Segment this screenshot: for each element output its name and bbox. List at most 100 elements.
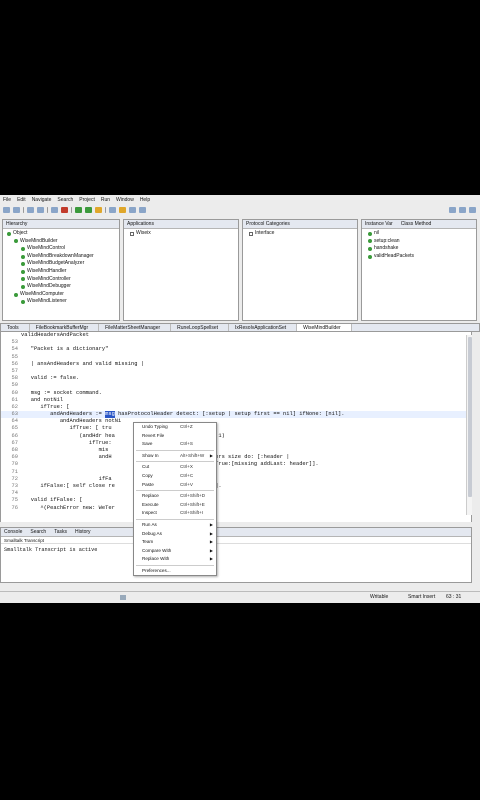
tree-item[interactable]: WiseMindHandler bbox=[3, 268, 119, 276]
code-line: 72 ifFa bbox=[1, 476, 471, 483]
line-number: 63 bbox=[11, 411, 18, 418]
menu-item-shortcut: Ctrl+V bbox=[180, 481, 193, 487]
context-menu-item[interactable]: Execute Ctrl+Shift+E bbox=[134, 501, 216, 510]
context-menu-item[interactable]: Preferences... bbox=[134, 567, 216, 576]
forward-icon[interactable] bbox=[139, 207, 146, 213]
editor-scrollbar[interactable] bbox=[466, 335, 472, 515]
open-type-icon[interactable] bbox=[109, 207, 116, 213]
menu-item-shortcut: Ctrl+X bbox=[180, 464, 193, 470]
tree-item[interactable]: Object bbox=[3, 230, 119, 238]
context-menu: Undo Typing Ctrl+Z Revert File Save Ctrl+S Sh… bbox=[133, 422, 217, 576]
context-menu-item[interactable]: Revert File bbox=[134, 432, 216, 441]
scroll-thumb[interactable] bbox=[468, 337, 472, 497]
menu-navigate[interactable]: Navigate bbox=[32, 197, 52, 203]
menu-project[interactable]: Project bbox=[79, 197, 95, 203]
line-number: 68 bbox=[11, 447, 18, 453]
code-text-rest: hasProtocolHeader detect: [:setup | setu… bbox=[114, 411, 345, 418]
editor-tab[interactable]: Tools bbox=[1, 324, 30, 331]
instance-var-tab[interactable]: Instance Var bbox=[365, 221, 393, 227]
globe-icon[interactable] bbox=[51, 207, 58, 213]
protocol-tab[interactable]: Protocol Categories bbox=[246, 221, 290, 227]
application-item[interactable]: Wiseix bbox=[130, 230, 238, 238]
menu-item-shortcut: Ctrl+S bbox=[180, 441, 193, 447]
context-menu-item[interactable]: Compare With ▶ bbox=[134, 547, 216, 556]
instance-var-item[interactable]: handshake bbox=[368, 245, 476, 253]
context-menu-item[interactable]: Cut Ctrl+X bbox=[134, 463, 216, 472]
menu-edit[interactable]: Edit bbox=[17, 197, 26, 203]
context-menu-item[interactable]: Team ▶ bbox=[134, 538, 216, 547]
line-number: 66 bbox=[11, 432, 18, 439]
submenu-arrow-icon: ▶ bbox=[209, 547, 213, 553]
menu-search[interactable]: Search bbox=[57, 197, 73, 203]
context-menu-item[interactable]: Replace With ▶ bbox=[134, 555, 216, 564]
code-line: 70 Key: header) not ifTrue:[missing addL… bbox=[1, 461, 471, 468]
instance-var-item[interactable]: validHeadPackets bbox=[368, 253, 476, 261]
console-tab[interactable]: Tasks bbox=[54, 529, 67, 535]
editor-tab[interactable]: FileMatterSheetManager bbox=[99, 324, 172, 331]
new-icon[interactable] bbox=[3, 207, 10, 213]
console-tab[interactable]: Search bbox=[30, 529, 46, 535]
class-method-tab[interactable]: Class Method bbox=[401, 221, 432, 227]
run-icon[interactable] bbox=[75, 207, 82, 213]
tree-item[interactable]: WiseMindBuilder bbox=[3, 238, 119, 246]
debug-icon[interactable] bbox=[61, 207, 68, 213]
menu-item-shortcut: Ctrl+Shift+I bbox=[180, 510, 203, 516]
editor-tab[interactable]: RuneLoopSpellset bbox=[171, 324, 230, 331]
code-text: "Packet is a dictionary" bbox=[21, 346, 109, 353]
line-number: 62 bbox=[11, 403, 18, 410]
submenu-arrow-icon: ▶ bbox=[209, 539, 213, 545]
context-menu-item[interactable]: Save Ctrl+S bbox=[134, 440, 216, 449]
menu-help[interactable]: Help bbox=[140, 197, 150, 203]
menu-item-label: Inspect bbox=[142, 510, 157, 516]
print-icon[interactable] bbox=[27, 207, 34, 213]
menu-file[interactable]: File bbox=[3, 197, 11, 203]
search-icon[interactable] bbox=[37, 207, 44, 213]
tree-item[interactable]: WiseMindBudgetAnalyzer bbox=[3, 260, 119, 268]
build-icon[interactable] bbox=[95, 207, 102, 213]
applications-tab[interactable]: Applications bbox=[127, 221, 154, 227]
selected-text: msg bbox=[105, 411, 115, 419]
context-menu-item[interactable]: Show In Alt+Shift+W ▶ bbox=[134, 452, 216, 461]
instance-var-item[interactable]: setup:clean bbox=[368, 238, 476, 246]
run-external-icon[interactable] bbox=[85, 207, 92, 213]
instance-var-item[interactable]: nil bbox=[368, 230, 476, 238]
tree-item[interactable]: WiseMindControl bbox=[3, 245, 119, 253]
editor-tab[interactable]: WiseMindBuilder bbox=[297, 324, 352, 331]
tree-item[interactable]: WiseMindController bbox=[3, 276, 119, 284]
perspective-icon[interactable] bbox=[469, 207, 476, 213]
protocol-item[interactable]: Interface bbox=[249, 230, 357, 238]
class-icon bbox=[21, 269, 25, 274]
editor-tab[interactable]: IxResolvApplicationSet bbox=[229, 324, 298, 331]
console-tab[interactable]: Console bbox=[4, 529, 22, 535]
context-menu-item[interactable]: Debug As ▶ bbox=[134, 530, 216, 539]
perspective-icon[interactable] bbox=[459, 207, 466, 213]
tree-item[interactable]: WiseMindBreakdownManager bbox=[3, 253, 119, 261]
context-menu-item[interactable]: Copy Ctrl+C bbox=[134, 472, 216, 481]
perspective-icon[interactable] bbox=[449, 207, 456, 213]
console-tab[interactable]: History bbox=[75, 529, 91, 535]
menu-window[interactable]: Window bbox=[116, 197, 134, 203]
tree-item[interactable]: WiseMindDebugger bbox=[3, 283, 119, 291]
instance-var-label: setup:clean bbox=[374, 237, 400, 244]
editor-tab-label: IxResolvApplicationSet bbox=[235, 324, 287, 331]
tree-item[interactable]: WiseMindComputer bbox=[3, 291, 119, 299]
context-menu-item[interactable]: Paste Ctrl+V bbox=[134, 481, 216, 490]
context-menu-item[interactable]: Undo Typing Ctrl+Z bbox=[134, 423, 216, 432]
line-number: 56 bbox=[11, 360, 18, 367]
context-menu-item[interactable]: Inspect Ctrl+Shift+I bbox=[134, 509, 216, 518]
save-icon[interactable] bbox=[13, 207, 20, 213]
line-number: 60 bbox=[11, 389, 18, 396]
context-menu-item[interactable]: Run As ▶ bbox=[134, 521, 216, 530]
menu-run[interactable]: Run bbox=[101, 197, 110, 203]
hierarchy-tab[interactable]: Hierarchy bbox=[6, 221, 27, 227]
code-editor[interactable]: validHeadersAndPacket 53 54 "Packet is a d… bbox=[0, 332, 472, 522]
context-menu-item[interactable]: Replace Ctrl+Shift+D bbox=[134, 492, 216, 501]
editor-tab[interactable]: FileBookmarkBufferMgr bbox=[30, 324, 100, 331]
menu-item-label: Team bbox=[142, 539, 154, 545]
annotation-icon[interactable] bbox=[119, 207, 126, 213]
tree-item[interactable]: WiseMindListener bbox=[3, 298, 119, 306]
code-text: ^(PeachError new: WeTer bbox=[21, 504, 115, 511]
back-icon[interactable] bbox=[129, 207, 136, 213]
editor-tab-label: Tools bbox=[7, 324, 19, 331]
write-mode: Writable bbox=[370, 594, 389, 600]
